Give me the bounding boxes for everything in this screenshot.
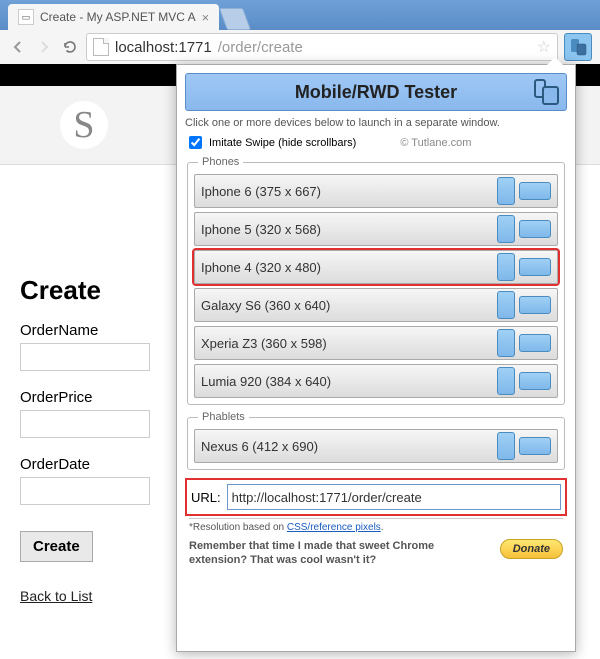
site-logo-icon: S — [60, 101, 108, 149]
popup-url-input[interactable] — [227, 484, 561, 510]
portrait-button[interactable] — [497, 291, 515, 319]
portrait-button[interactable] — [497, 253, 515, 281]
input-ordername[interactable] — [20, 343, 150, 371]
portrait-button[interactable] — [497, 329, 515, 357]
device-row[interactable]: Iphone 5 (320 x 568) — [194, 212, 558, 246]
tab-title: Create - My ASP.NET MVC A — [40, 10, 196, 24]
popup-footer: Remember that time I made that sweet Chr… — [185, 539, 567, 568]
landscape-button[interactable] — [519, 372, 551, 390]
browser-toolbar: localhost:1771/order/create ☆ — [0, 30, 600, 65]
url-label: URL: — [191, 490, 221, 505]
device-row[interactable]: Nexus 6 (412 x 690) — [194, 429, 558, 463]
landscape-button[interactable] — [519, 437, 551, 455]
device-row[interactable]: Galaxy S6 (360 x 640) — [194, 288, 558, 322]
landscape-button[interactable] — [519, 334, 551, 352]
popup-title: Mobile/RWD Tester — [185, 73, 567, 111]
bookmark-star-icon[interactable]: ☆ — [537, 37, 551, 57]
device-label: Iphone 4 (320 x 480) — [201, 260, 493, 275]
rwd-tester-extension-button[interactable] — [564, 33, 592, 61]
device-label: Nexus 6 (412 x 690) — [201, 439, 493, 454]
url-host: localhost:1771 — [115, 39, 212, 56]
address-bar[interactable]: localhost:1771/order/create ☆ — [86, 33, 558, 61]
group-legend: Phablets — [198, 411, 249, 423]
url-row: URL: — [187, 480, 565, 514]
footnote-suffix: . — [381, 522, 384, 533]
portrait-button[interactable] — [497, 367, 515, 395]
landscape-button[interactable] — [519, 182, 551, 200]
group-legend: Phones — [198, 156, 243, 168]
device-label: Iphone 6 (375 x 667) — [201, 184, 493, 199]
popup-logo-icon — [532, 78, 560, 106]
landscape-button[interactable] — [519, 258, 551, 276]
device-group-phones: Phones Iphone 6 (375 x 667) Iphone 5 (320 … — [187, 156, 565, 405]
browser-tab[interactable]: ▭ Create - My ASP.NET MVC A × — [8, 4, 219, 30]
copyright-text: © Tutlane.com — [400, 137, 471, 149]
tab-favicon-icon: ▭ — [18, 9, 34, 25]
forward-icon — [34, 37, 54, 57]
back-to-list-link[interactable]: Back to List — [20, 588, 92, 604]
device-label: Galaxy S6 (360 x 640) — [201, 298, 493, 313]
landscape-button[interactable] — [519, 296, 551, 314]
portrait-button[interactable] — [497, 177, 515, 205]
popup-subtitle: Click one or more devices below to launc… — [185, 117, 567, 129]
device-group-phablets: Phablets Nexus 6 (412 x 690) — [187, 411, 565, 470]
portrait-button[interactable] — [497, 215, 515, 243]
tab-strip: ▭ Create - My ASP.NET MVC A × — [0, 0, 600, 30]
input-orderdate[interactable] — [20, 477, 150, 505]
portrait-button[interactable] — [497, 432, 515, 460]
imitate-swipe-checkbox[interactable] — [189, 136, 202, 149]
create-button[interactable]: Create — [20, 531, 93, 562]
landscape-button[interactable] — [519, 220, 551, 238]
imitate-swipe-label: Imitate Swipe (hide scrollbars) — [209, 137, 356, 149]
reload-icon[interactable] — [60, 37, 80, 57]
popup-title-text: Mobile/RWD Tester — [295, 82, 457, 103]
close-icon[interactable]: × — [202, 10, 210, 25]
device-row[interactable]: Xperia Z3 (360 x 598) — [194, 326, 558, 360]
remember-text: Remember that time I made that sweet Chr… — [189, 539, 494, 568]
page-icon — [93, 38, 109, 56]
extension-popup: Mobile/RWD Tester Click one or more devi… — [176, 64, 576, 652]
resolution-footnote: *Resolution based on CSS/reference pixel… — [189, 518, 563, 533]
donate-button[interactable]: Donate — [500, 539, 563, 559]
device-label: Iphone 5 (320 x 568) — [201, 222, 493, 237]
device-label: Xperia Z3 (360 x 598) — [201, 336, 493, 351]
footnote-prefix: *Resolution based on — [189, 522, 287, 533]
new-tab-button[interactable] — [219, 8, 251, 30]
input-orderprice[interactable] — [20, 410, 150, 438]
device-row[interactable]: Iphone 6 (375 x 667) — [194, 174, 558, 208]
device-row[interactable]: Iphone 4 (320 x 480) — [194, 250, 558, 284]
device-row[interactable]: Lumia 920 (384 x 640) — [194, 364, 558, 398]
footnote-link[interactable]: CSS/reference pixels — [287, 522, 381, 533]
device-label: Lumia 920 (384 x 640) — [201, 374, 493, 389]
back-icon[interactable] — [8, 37, 28, 57]
url-path: /order/create — [218, 39, 303, 56]
